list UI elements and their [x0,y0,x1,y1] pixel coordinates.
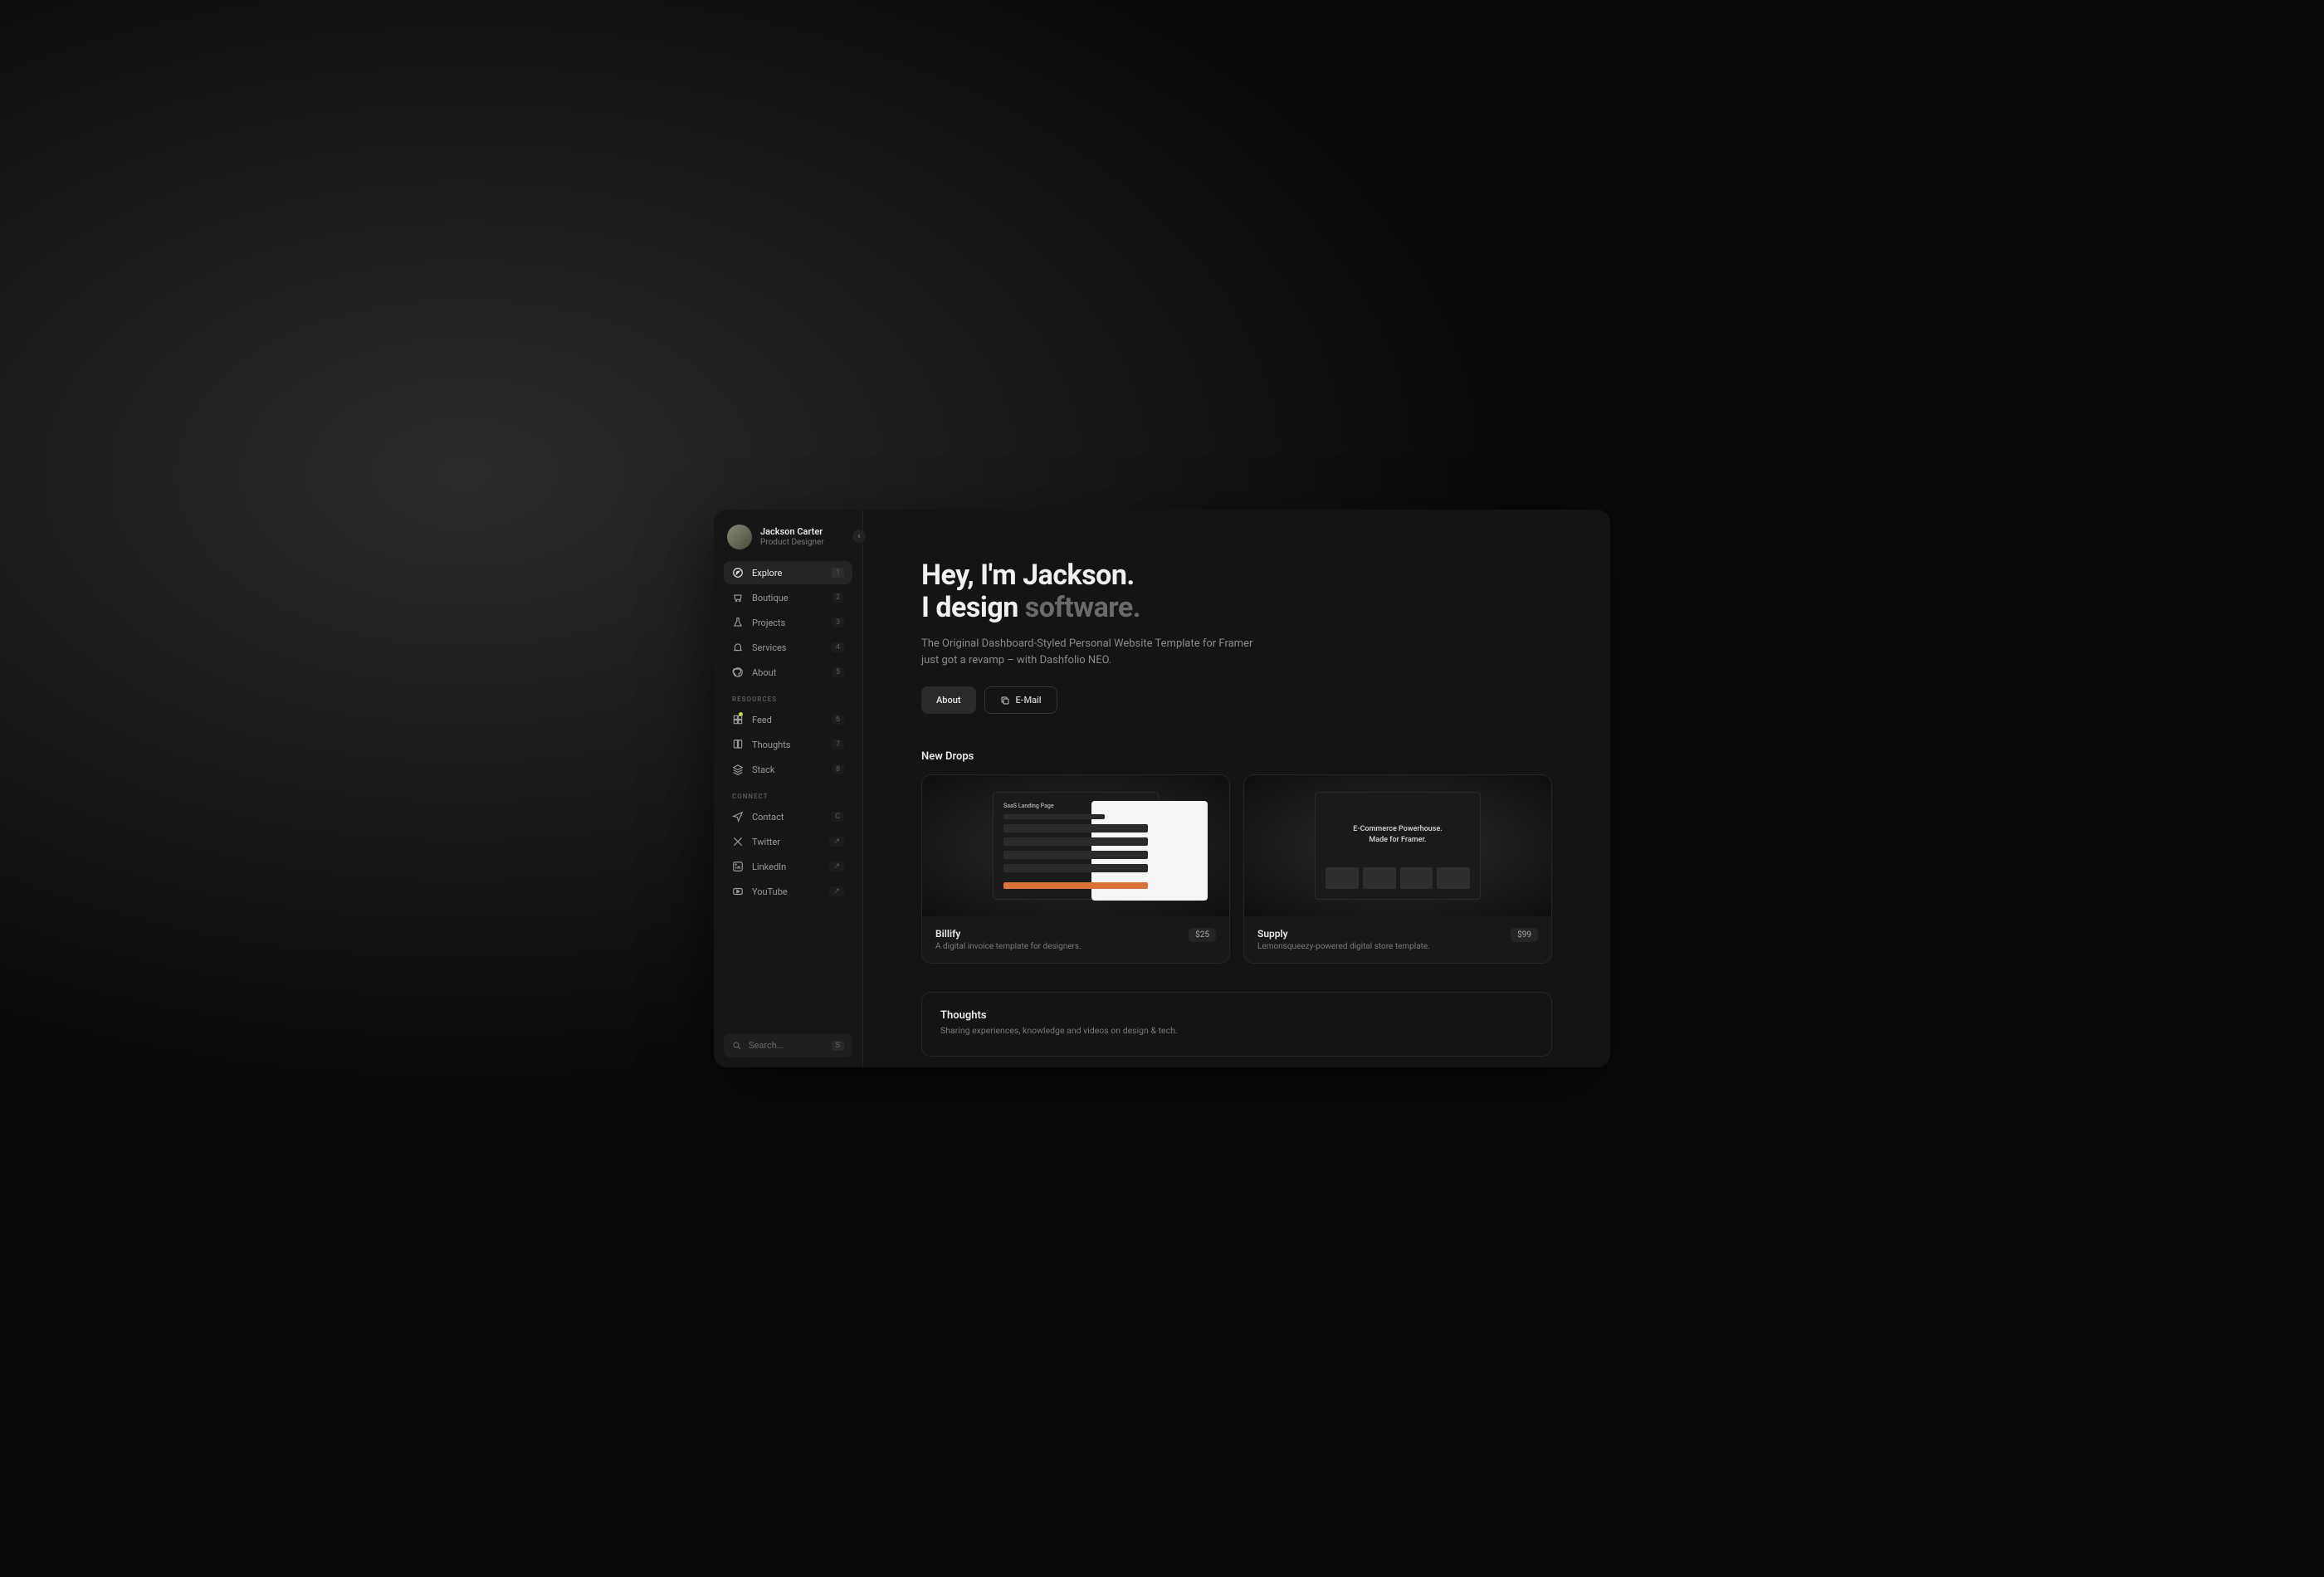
nav-label: Contact [752,812,823,823]
layers-icon [732,764,744,775]
drop-card-supply[interactable]: E-Commerce Powerhouse. Made for Framer. … [1243,774,1552,964]
nav-label: Stack [752,764,823,775]
nav-twitter[interactable]: Twitter ↗ [724,830,852,853]
sidebar-section-connect: CONNECT [724,781,852,805]
nav-label: Boutique [752,593,823,603]
book-icon [732,739,744,750]
nav-shortcut: 1 [832,568,844,578]
nav-projects[interactable]: Projects 3 [724,611,852,634]
mockup: SaaS Landing Page [993,792,1159,900]
nav-label: Explore [752,568,823,579]
nav-feed[interactable]: Feed 6 [724,708,852,731]
sidebar-section-resources: RESOURCES [724,684,852,708]
send-icon [732,811,744,823]
nav-label: Thoughts [752,740,823,750]
nav-shortcut: 6 [832,715,844,725]
cart-icon [732,592,744,603]
feed-status-dot [739,712,743,716]
chevron-left-icon: ‹ [857,532,860,541]
nav-label: Twitter [752,837,821,847]
nav-shortcut: 4 [832,642,844,652]
profile-name: Jackson Carter [760,526,824,537]
x-icon [732,836,744,847]
nav-linkedin[interactable]: LinkedIn ↗ [724,855,852,878]
search-shortcut: S [832,1041,844,1051]
external-link-icon: ↗ [829,862,844,872]
main-content: Hey, I'm Jackson. I design software. The… [863,510,1610,1067]
section-new-drops: New Drops [921,750,1552,763]
nav-label: Feed [752,715,823,725]
youtube-icon [732,886,744,897]
search-icon [732,1041,742,1051]
thoughts-title: Thoughts [940,1009,1533,1022]
card-title: Billify [935,928,1179,940]
nav-youtube[interactable]: YouTube ↗ [724,880,852,903]
nav-shortcut: C [831,812,844,822]
nav-label: Services [752,642,823,653]
nav-shortcut: 2 [832,593,844,603]
hero-buttons: About E-Mail [921,686,1552,714]
nav-label: About [752,667,823,678]
drop-card-billify[interactable]: SaaS Landing Page Billify A digit [921,774,1230,964]
nav-label: LinkedIn [752,862,821,872]
card-price: $25 [1189,928,1216,942]
card-desc: Lemonsqueezy-powered digital store templ… [1257,942,1501,951]
search-placeholder: Search... [749,1040,784,1051]
hero-title: Hey, I'm Jackson. I design software. [921,559,1552,624]
nav-about[interactable]: About 5 [724,661,852,684]
about-button[interactable]: About [921,686,976,714]
nav-thoughts[interactable]: Thoughts 7 [724,733,852,756]
card-price: $99 [1511,928,1538,942]
nav-explore[interactable]: Explore 1 [724,561,852,584]
avatar [727,525,752,549]
nav-main: Explore 1 Boutique 2 Projects 3 Services… [724,561,852,684]
card-preview: E-Commerce Powerhouse. Made for Framer. [1244,775,1551,916]
flask-icon [732,617,744,628]
email-button[interactable]: E-Mail [984,686,1057,714]
profile[interactable]: Jackson Carter Product Designer ‹ [724,520,852,561]
nav-stack[interactable]: Stack 8 [724,758,852,781]
card-desc: A digital invoice template for designers… [935,942,1179,951]
mockup: E-Commerce Powerhouse. Made for Framer. [1315,792,1481,900]
sidebar: Jackson Carter Product Designer ‹ Explor… [714,510,863,1067]
search-input[interactable]: Search... S [724,1033,852,1057]
external-link-icon: ↗ [829,837,844,847]
external-link-icon: ↗ [829,886,844,896]
github-icon [732,666,744,678]
linkedin-icon [732,861,744,872]
nav-services[interactable]: Services 4 [724,636,852,659]
bell-icon [732,642,744,653]
card-preview: SaaS Landing Page [922,775,1229,916]
copy-icon [1000,696,1010,706]
nav-shortcut: 8 [832,764,844,774]
nav-resources: Feed 6 Thoughts 7 Stack 8 [724,708,852,781]
nav-connect: Contact C Twitter ↗ LinkedIn ↗ YouTube ↗ [724,805,852,903]
hero-subtitle: The Original Dashboard-Styled Personal W… [921,636,1253,668]
thoughts-subtitle: Sharing experiences, knowledge and video… [940,1025,1533,1036]
nav-contact[interactable]: Contact C [724,805,852,828]
profile-role: Product Designer [760,538,824,548]
app-window: Jackson Carter Product Designer ‹ Explor… [714,510,1610,1067]
nav-label: YouTube [752,886,821,897]
collapse-sidebar-button[interactable]: ‹ [852,530,866,543]
nav-shortcut: 5 [832,667,844,677]
drops-grid: SaaS Landing Page Billify A digit [921,774,1552,964]
nav-shortcut: 7 [832,740,844,749]
nav-label: Projects [752,618,823,628]
nav-boutique[interactable]: Boutique 2 [724,586,852,609]
compass-icon [732,567,744,579]
card-title: Supply [1257,928,1501,940]
thoughts-section: Thoughts Sharing experiences, knowledge … [921,992,1552,1057]
nav-shortcut: 3 [832,618,844,627]
